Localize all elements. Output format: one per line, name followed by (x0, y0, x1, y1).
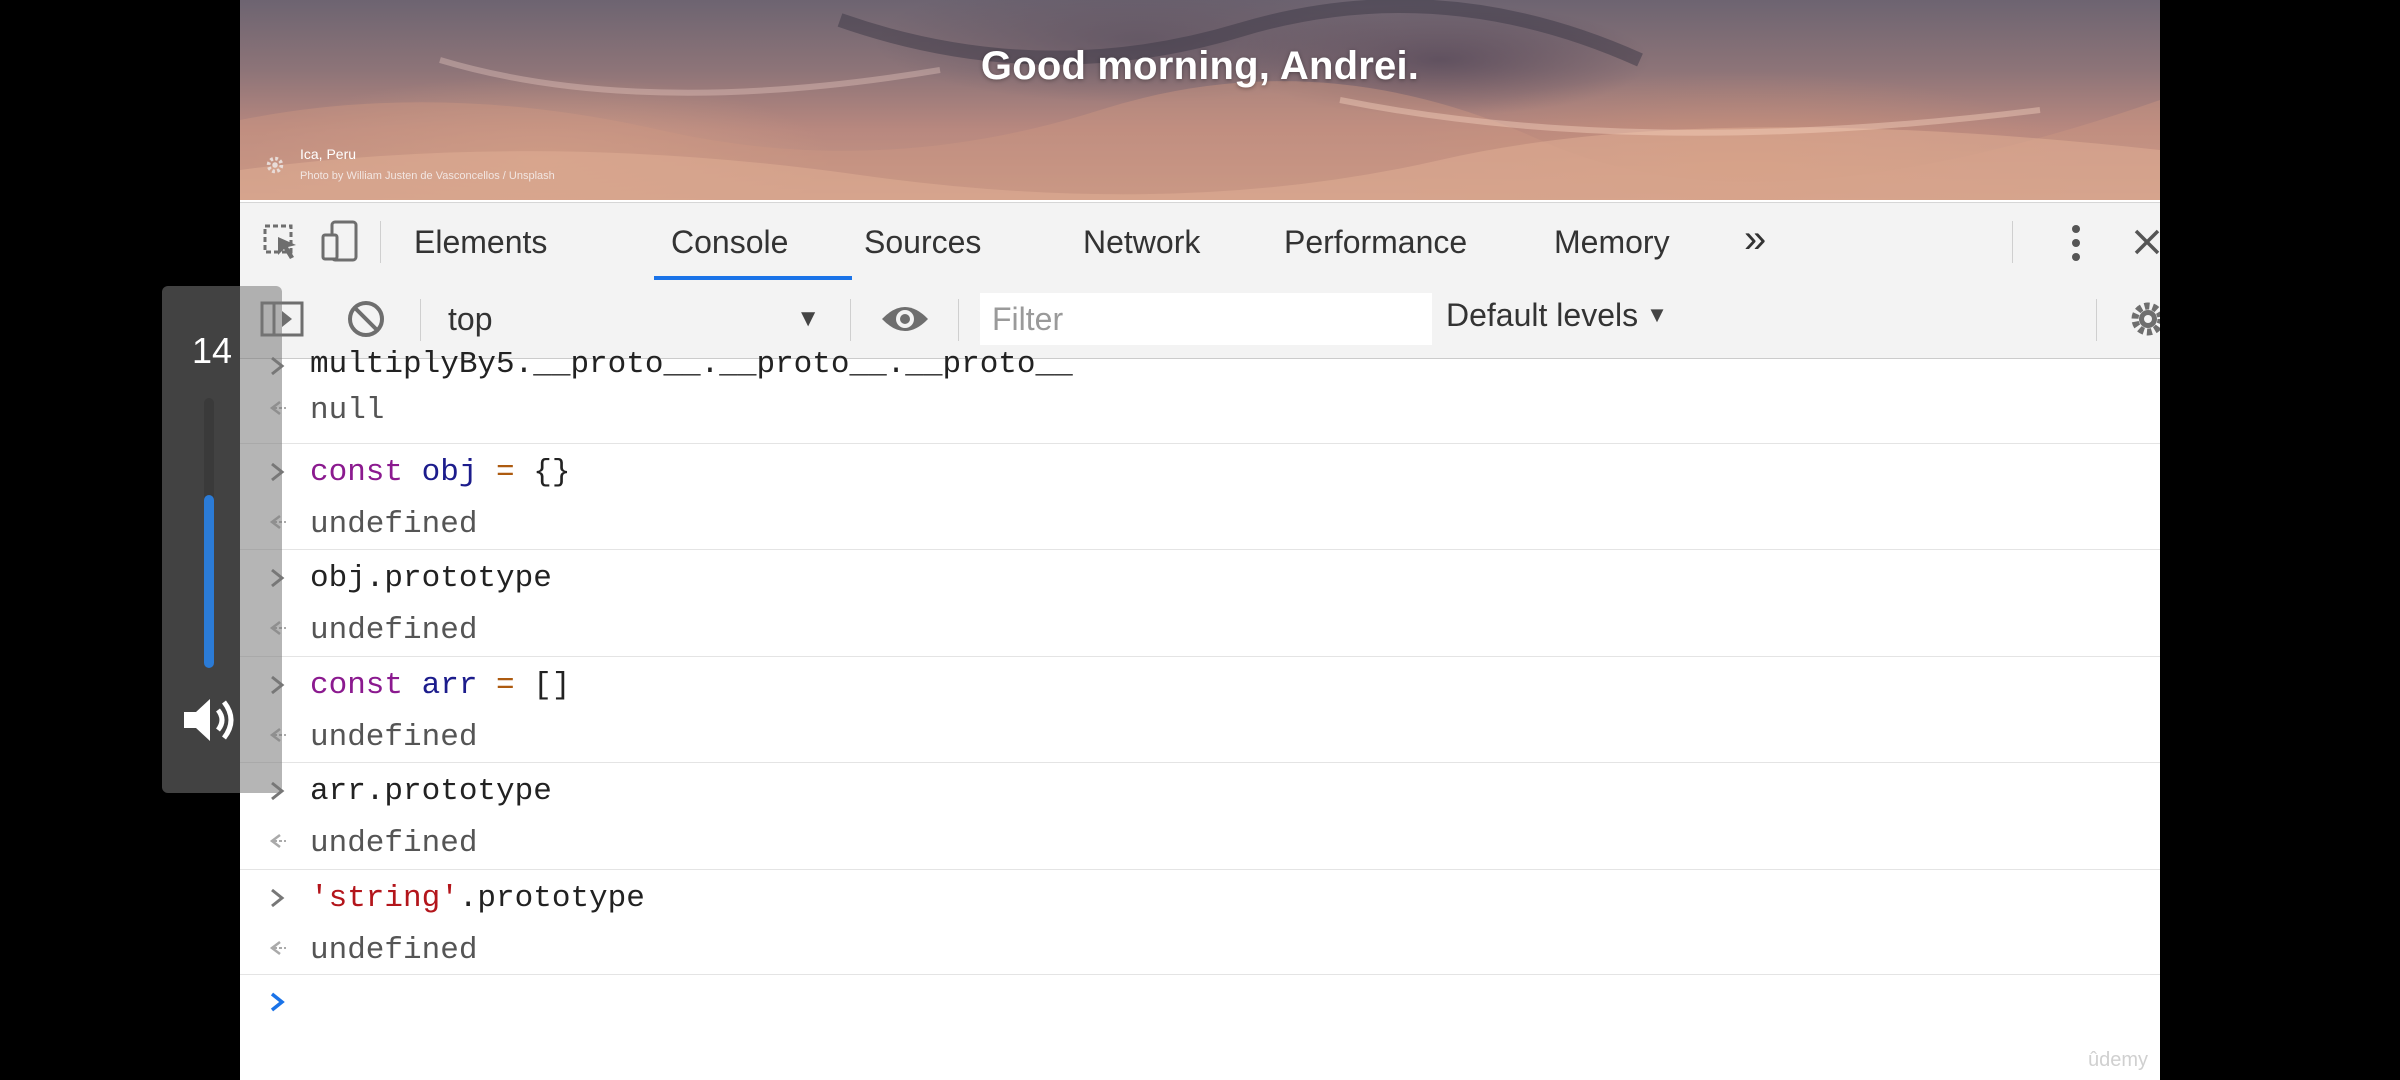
result-arrow-icon (269, 941, 286, 955)
log-levels-select[interactable]: Default levels ▼ (1446, 297, 1668, 341)
tab-console[interactable]: Console (671, 203, 788, 281)
volume-speaker-icon[interactable] (180, 694, 240, 746)
live-expression-eye-icon[interactable] (880, 303, 930, 335)
console-input: multiplyBy5.__proto__.__proto__.__proto_… (310, 347, 1073, 382)
context-value: top (448, 301, 493, 337)
console-settings-gear-icon[interactable] (2128, 299, 2160, 339)
toolbar-separator (2096, 299, 2097, 341)
customize-menu-kebab-icon[interactable] (2070, 223, 2082, 263)
console-input: obj.prototype (310, 561, 552, 596)
photo-credit[interactable]: Photo by William Justen de Vasconcellos … (300, 170, 555, 182)
toolbar-separator (850, 299, 851, 341)
volume-slider-fill (204, 495, 214, 668)
photo-location[interactable]: Ica, Peru (300, 146, 356, 162)
console-input: const arr = [] (310, 668, 571, 703)
settings-gear-icon[interactable] (264, 154, 286, 176)
console-result: undefined (310, 933, 478, 968)
entry-divider (240, 869, 2160, 870)
toolbar-separator (958, 299, 959, 341)
console-result: undefined (310, 826, 478, 861)
volume-level-value: 14 (191, 330, 233, 371)
tab-performance[interactable]: Performance (1284, 203, 1467, 281)
console-prompt-icon[interactable] (266, 991, 288, 1013)
device-toolbar-icon[interactable] (320, 219, 360, 263)
entry-divider (240, 762, 2160, 763)
inspect-element-icon[interactable] (262, 223, 300, 261)
entry-divider (240, 443, 2160, 444)
dropdown-arrow-icon: ▼ (796, 305, 820, 332)
browser-window: Good morning, Andrei. Ica, Peru Photo by… (240, 0, 2160, 1080)
entry-divider (240, 656, 2160, 657)
console-output[interactable]: multiplyBy5.__proto__.__proto__.__proto_… (240, 347, 2160, 1080)
tab-elements[interactable]: Elements (414, 203, 547, 281)
log-levels-value: Default levels (1446, 297, 1639, 333)
greeting-text: Good morning, Andrei. (980, 44, 1420, 88)
input-prompt-chevron-icon (271, 888, 285, 908)
dropdown-arrow-icon: ▼ (1646, 302, 1668, 327)
clear-console-icon[interactable] (346, 299, 386, 339)
new-tab-background-photo: Good morning, Andrei. Ica, Peru Photo by… (240, 0, 2160, 200)
console-input: const obj = {} (310, 455, 571, 490)
toolbar-separator (380, 221, 381, 263)
console-result: null (310, 393, 385, 428)
volume-slider[interactable] (204, 398, 214, 668)
more-tabs-chevron-icon[interactable]: » (1744, 203, 1766, 281)
console-result: undefined (310, 613, 478, 648)
tab-network[interactable]: Network (1083, 203, 1200, 281)
toolbar-separator (420, 299, 421, 341)
udemy-watermark: ûdemy (2087, 1049, 2148, 1071)
console-result: undefined (310, 720, 478, 755)
toolbar-separator (2012, 221, 2013, 263)
tab-memory[interactable]: Memory (1554, 203, 1670, 281)
result-arrow-icon (269, 834, 286, 848)
javascript-context-select[interactable]: top ▼ (448, 297, 820, 341)
entry-divider (240, 549, 2160, 550)
close-devtools-icon[interactable] (2132, 227, 2160, 257)
console-input: arr.prototype (310, 774, 552, 809)
active-tab-indicator (654, 276, 852, 280)
entry-divider (240, 974, 2160, 975)
console-input: 'string'.prototype (310, 881, 645, 916)
console-result: undefined (310, 507, 478, 542)
tab-sources[interactable]: Sources (864, 203, 981, 281)
console-filter-input[interactable] (980, 293, 1432, 345)
devtools-tab-bar: Elements Console Sources Network Perform… (240, 202, 2160, 282)
